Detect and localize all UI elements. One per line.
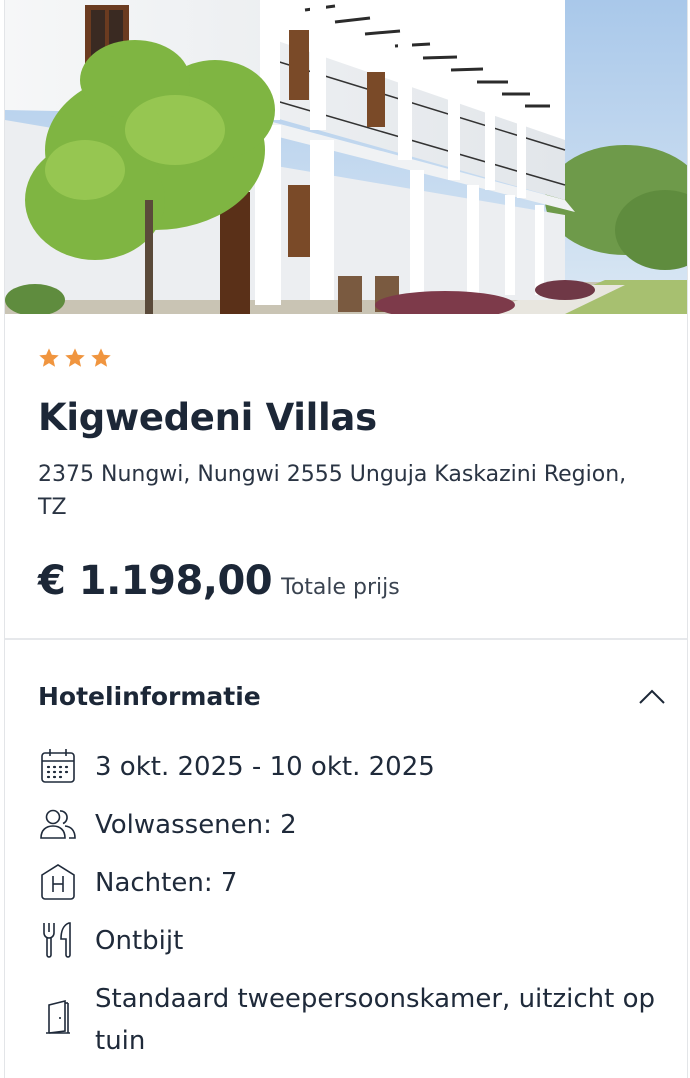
hotel-name: Kigwedeni Villas xyxy=(38,396,377,439)
star-icon xyxy=(39,348,59,367)
section-title: Hotelinformatie xyxy=(38,682,261,711)
info-item-text: Nachten: 7 xyxy=(95,868,238,898)
hotel-card: Kigwedeni Villas 2375 Nungwi, Nungwi 255… xyxy=(4,0,688,1078)
chevron-up-icon[interactable] xyxy=(637,684,667,708)
hotel-address: 2375 Nungwi, Nungwi 2555 Unguja Kaskazin… xyxy=(38,462,627,520)
info-item-meal: Ontbijt xyxy=(38,920,665,962)
total-price: € 1.198,00 xyxy=(38,558,273,604)
info-item-text: Ontbijt xyxy=(95,926,184,956)
cutlery-icon xyxy=(38,920,78,960)
divider xyxy=(5,638,687,640)
hotel-photo xyxy=(5,0,687,314)
info-item-text: Standaard tweepersoonskamer, uitzicht op… xyxy=(95,984,655,1056)
calendar-icon xyxy=(38,746,78,786)
door-icon xyxy=(38,998,78,1038)
star-rating xyxy=(38,347,112,369)
total-price-label: Totale prijs xyxy=(281,575,400,600)
info-item-adults: Volwassenen: 2 xyxy=(38,804,665,846)
star-icon xyxy=(65,348,85,367)
price-row: € 1.198,00 Totale prijs xyxy=(38,558,400,604)
info-item-text: Volwassenen: 2 xyxy=(95,810,297,840)
info-item-room: Standaard tweepersoonskamer, uitzicht op… xyxy=(38,978,665,1062)
info-item-dates: 3 okt. 2025 - 10 okt. 2025 xyxy=(38,746,665,788)
people-icon xyxy=(38,804,78,844)
star-icon xyxy=(91,348,111,367)
hotel-icon xyxy=(38,862,78,902)
info-item-nights: Nachten: 7 xyxy=(38,862,665,904)
info-item-text: 3 okt. 2025 - 10 okt. 2025 xyxy=(95,752,435,782)
